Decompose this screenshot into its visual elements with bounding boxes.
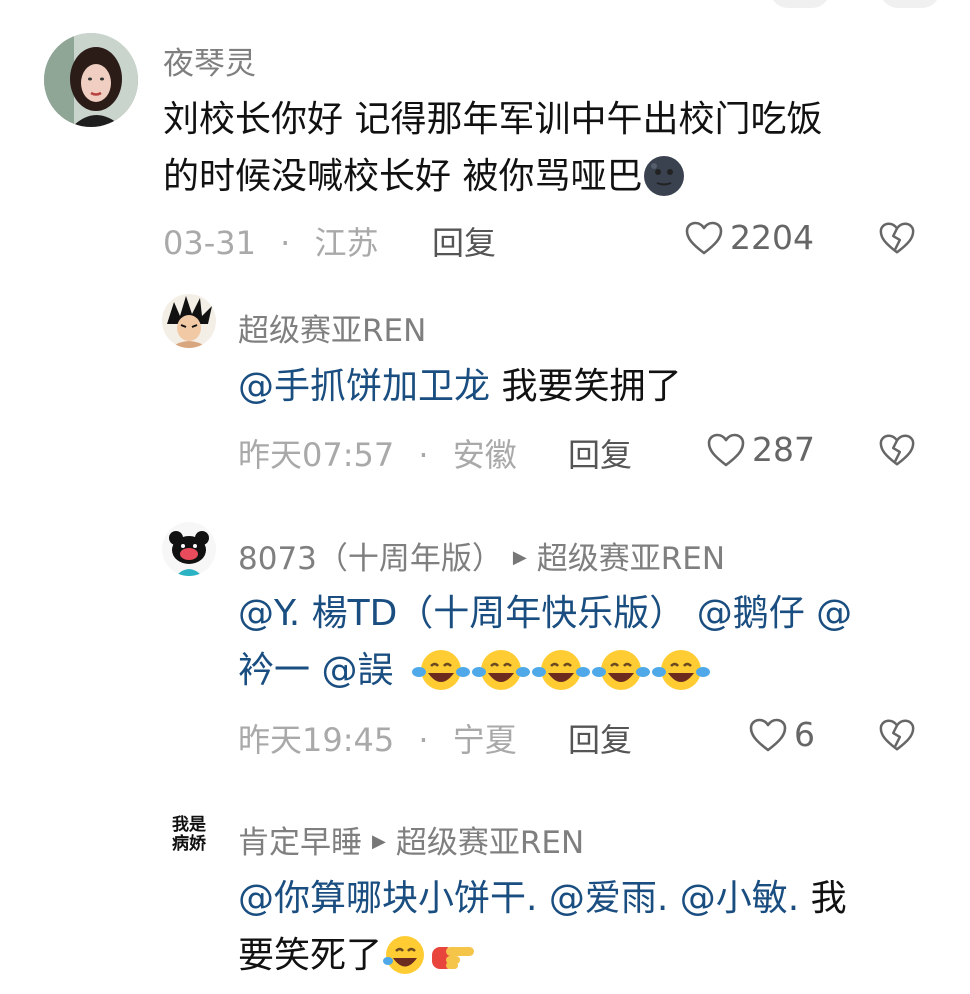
- top-button-remnant: [770, 0, 830, 8]
- comment-line: 刘校长你好 记得那年军训中午出校门吃饭: [163, 99, 823, 140]
- broken-heart-icon: [879, 719, 915, 751]
- comment-location: 江苏: [314, 224, 379, 262]
- comment-meta: 03-31 · 江苏: [163, 218, 379, 264]
- avatar[interactable]: 我是病娇: [162, 808, 216, 862]
- reply-to-username[interactable]: 超级赛亚REN: [537, 541, 725, 577]
- reply-header: 肯定早睡 ▶ 超级赛亚REN: [238, 817, 584, 862]
- mention-links[interactable]: 衿一 @誤: [238, 650, 393, 691]
- comment-line: @你算哪块小饼干. @爱雨. @小敏. 我: [238, 870, 938, 927]
- comment-body: 我: [799, 878, 847, 919]
- avatar-goku: [162, 294, 216, 348]
- reply-button[interactable]: 回复: [568, 430, 632, 476]
- pointing-right-hand-emoji: [428, 931, 478, 994]
- tears-of-joy-emoji: [651, 646, 711, 709]
- heart-outline-icon: [707, 433, 745, 466]
- avatar-text: 我是病娇: [172, 815, 206, 854]
- emoji-group: [411, 650, 711, 691]
- like-count: 6: [794, 715, 815, 754]
- like-button[interactable]: 6: [748, 715, 815, 754]
- avatar[interactable]: [162, 522, 216, 576]
- triangle-right-icon: ▶: [372, 831, 386, 852]
- comment-date: 03-31: [163, 224, 256, 262]
- comment-meta: 昨天07:57 · 安徽: [238, 430, 517, 476]
- tears-of-joy-emoji: [382, 931, 428, 994]
- username[interactable]: 夜琴灵: [163, 38, 256, 83]
- broken-heart-icon: [879, 434, 915, 466]
- like-button[interactable]: 287: [706, 430, 815, 469]
- meta-separator: ·: [418, 436, 429, 474]
- comment-body: 我要笑拥了: [490, 366, 682, 407]
- reply-button[interactable]: 回复: [432, 218, 496, 264]
- reply-to-username[interactable]: 超级赛亚REN: [396, 825, 584, 861]
- comment-line: 要笑死了: [238, 927, 938, 994]
- comment-text: @手抓饼加卫龙 我要笑拥了: [238, 358, 681, 415]
- username[interactable]: 超级赛亚REN: [238, 305, 426, 350]
- mention-link[interactable]: @手抓饼加卫龙: [238, 366, 490, 407]
- comment-line: 的时候没喊校长好 被你骂哑巴: [163, 148, 953, 215]
- heart-outline-icon: [685, 221, 723, 254]
- avatar-photo: [44, 33, 138, 127]
- comment-meta: 昨天19:45 · 宁夏: [238, 715, 517, 761]
- like-count: 2204: [730, 218, 814, 257]
- comment-text: @你算哪块小饼干. @爱雨. @小敏. 我 要笑死了: [238, 870, 938, 994]
- tears-of-joy-emoji: [411, 646, 471, 709]
- comment-text: 刘校长你好 记得那年军训中午出校门吃饭 的时候没喊校长好 被你骂哑巴: [163, 91, 953, 215]
- dislike-button[interactable]: [878, 717, 916, 757]
- triangle-right-icon: ▶: [512, 547, 527, 568]
- meta-separator: ·: [280, 224, 291, 262]
- comment-line-text: 的时候没喊校长好 被你骂哑巴: [163, 156, 643, 197]
- reply-header: 8073（十周年版） ▶ 超级赛亚REN: [238, 533, 725, 578]
- tears-of-joy-emoji: [591, 646, 651, 709]
- meta-separator: ·: [418, 721, 429, 759]
- heart-outline-icon: [749, 718, 787, 751]
- comment-location: 宁夏: [452, 721, 517, 759]
- comment-date: 昨天07:57: [238, 436, 395, 474]
- dislike-button[interactable]: [878, 432, 916, 472]
- like-count: 287: [752, 430, 815, 469]
- mention-links[interactable]: @你算哪块小饼干. @爱雨. @小敏.: [238, 878, 799, 919]
- like-button[interactable]: 2204: [684, 218, 814, 257]
- new-moon-face-emoji: [642, 154, 686, 215]
- avatar[interactable]: [44, 33, 138, 127]
- top-button-remnant: [880, 0, 940, 8]
- comment-text: @Y. 楊TD（十周年快乐版） @鹅仔 @ 衿一 @誤: [238, 585, 938, 709]
- comment-location: 安徽: [452, 436, 517, 474]
- comment-date: 昨天19:45: [238, 721, 395, 759]
- comment-body: 要笑死了: [238, 935, 383, 976]
- reply-button[interactable]: 回复: [568, 715, 632, 761]
- tears-of-joy-emoji: [531, 646, 591, 709]
- username[interactable]: 肯定早睡: [238, 825, 362, 861]
- avatar[interactable]: [162, 294, 216, 348]
- dislike-button[interactable]: [878, 220, 916, 260]
- mention-links[interactable]: @Y. 楊TD（十周年快乐版） @鹅仔 @: [238, 585, 938, 642]
- avatar-cartoon: [162, 522, 216, 576]
- comment-line: 衿一 @誤: [238, 642, 938, 709]
- username[interactable]: 8073（十周年版）: [238, 541, 503, 577]
- tears-of-joy-emoji: [471, 646, 531, 709]
- broken-heart-icon: [879, 222, 915, 254]
